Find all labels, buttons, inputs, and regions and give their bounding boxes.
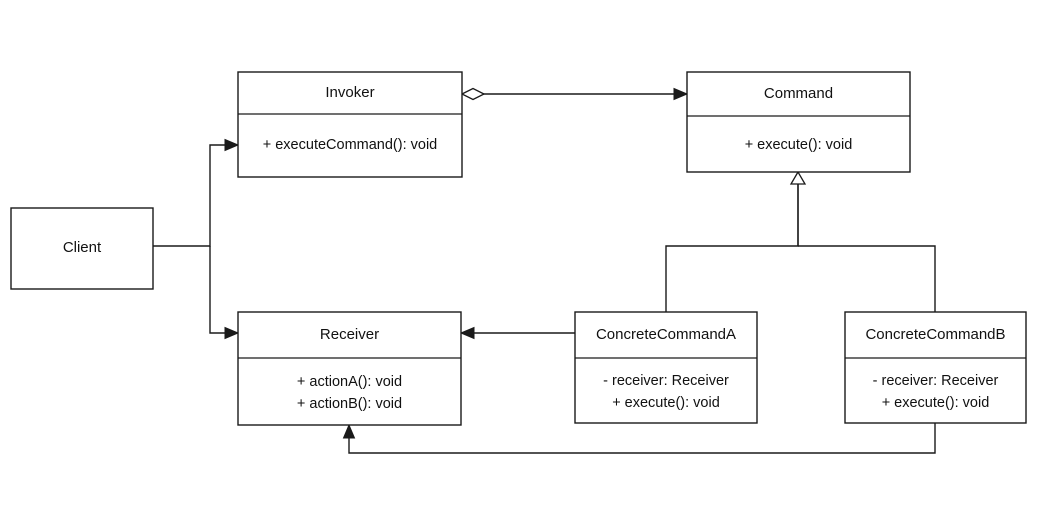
hollow-triangle-icon <box>789 170 807 185</box>
solid-arrow-icon <box>224 326 240 340</box>
class-name-label: Command <box>764 85 833 102</box>
class-box-receiver[interactable]: Receiver + actionA(): void + actionB(): … <box>237 311 462 426</box>
relationship-client-to-receiver[interactable] <box>209 246 240 340</box>
edge-line <box>798 245 936 312</box>
relationship-client-to-invoker[interactable] <box>153 138 240 247</box>
class-member-label: + execute(): void <box>882 395 990 411</box>
diagram-canvas: Client Invoker + executeCommand(): void … <box>10 71 1027 454</box>
class-name-label: ConcreteCommandA <box>596 326 736 343</box>
class-member-label: + execute(): void <box>745 137 853 153</box>
relationship-invoker-to-command[interactable] <box>460 87 689 101</box>
edge-line <box>665 183 799 312</box>
class-name-label: Client <box>63 239 102 256</box>
edge-line <box>153 144 226 247</box>
edge-line <box>209 246 226 334</box>
class-member-label: - receiver: Receiver <box>873 373 999 389</box>
class-name-label: ConcreteCommandB <box>865 326 1005 343</box>
class-name-label: Invoker <box>325 84 374 101</box>
class-box-concrete-command-b[interactable]: ConcreteCommandB - receiver: Receiver + … <box>844 311 1027 424</box>
class-member-label: + actionB(): void <box>297 396 402 412</box>
uml-class-diagram: Client Invoker + executeCommand(): void … <box>0 0 1038 523</box>
class-member-label: + execute(): void <box>612 395 720 411</box>
class-member-label: + executeCommand(): void <box>263 137 437 153</box>
relationship-concrete-a-to-receiver[interactable] <box>459 326 575 340</box>
relationship-concrete-a-to-command[interactable] <box>665 183 799 312</box>
solid-arrow-icon <box>459 326 475 340</box>
class-member-label: - receiver: Receiver <box>603 373 729 389</box>
edge-line <box>348 423 936 454</box>
relationship-concrete-b-to-command[interactable] <box>798 245 936 312</box>
class-member-label: + actionA(): void <box>297 374 402 390</box>
generalization-marker-group <box>789 170 807 246</box>
relationship-concrete-b-to-receiver[interactable] <box>342 423 936 454</box>
solid-arrow-icon <box>342 423 356 439</box>
class-box-client[interactable]: Client <box>10 207 154 290</box>
class-box-concrete-command-a[interactable]: ConcreteCommandA - receiver: Receiver + … <box>574 311 758 424</box>
hollow-diamond-icon <box>460 87 486 101</box>
solid-arrow-icon <box>224 138 240 152</box>
class-name-label: Receiver <box>320 326 379 343</box>
solid-arrow-icon <box>673 87 689 101</box>
class-box-invoker[interactable]: Invoker + executeCommand(): void <box>237 71 463 178</box>
class-box-command[interactable]: Command + execute(): void <box>686 71 911 173</box>
